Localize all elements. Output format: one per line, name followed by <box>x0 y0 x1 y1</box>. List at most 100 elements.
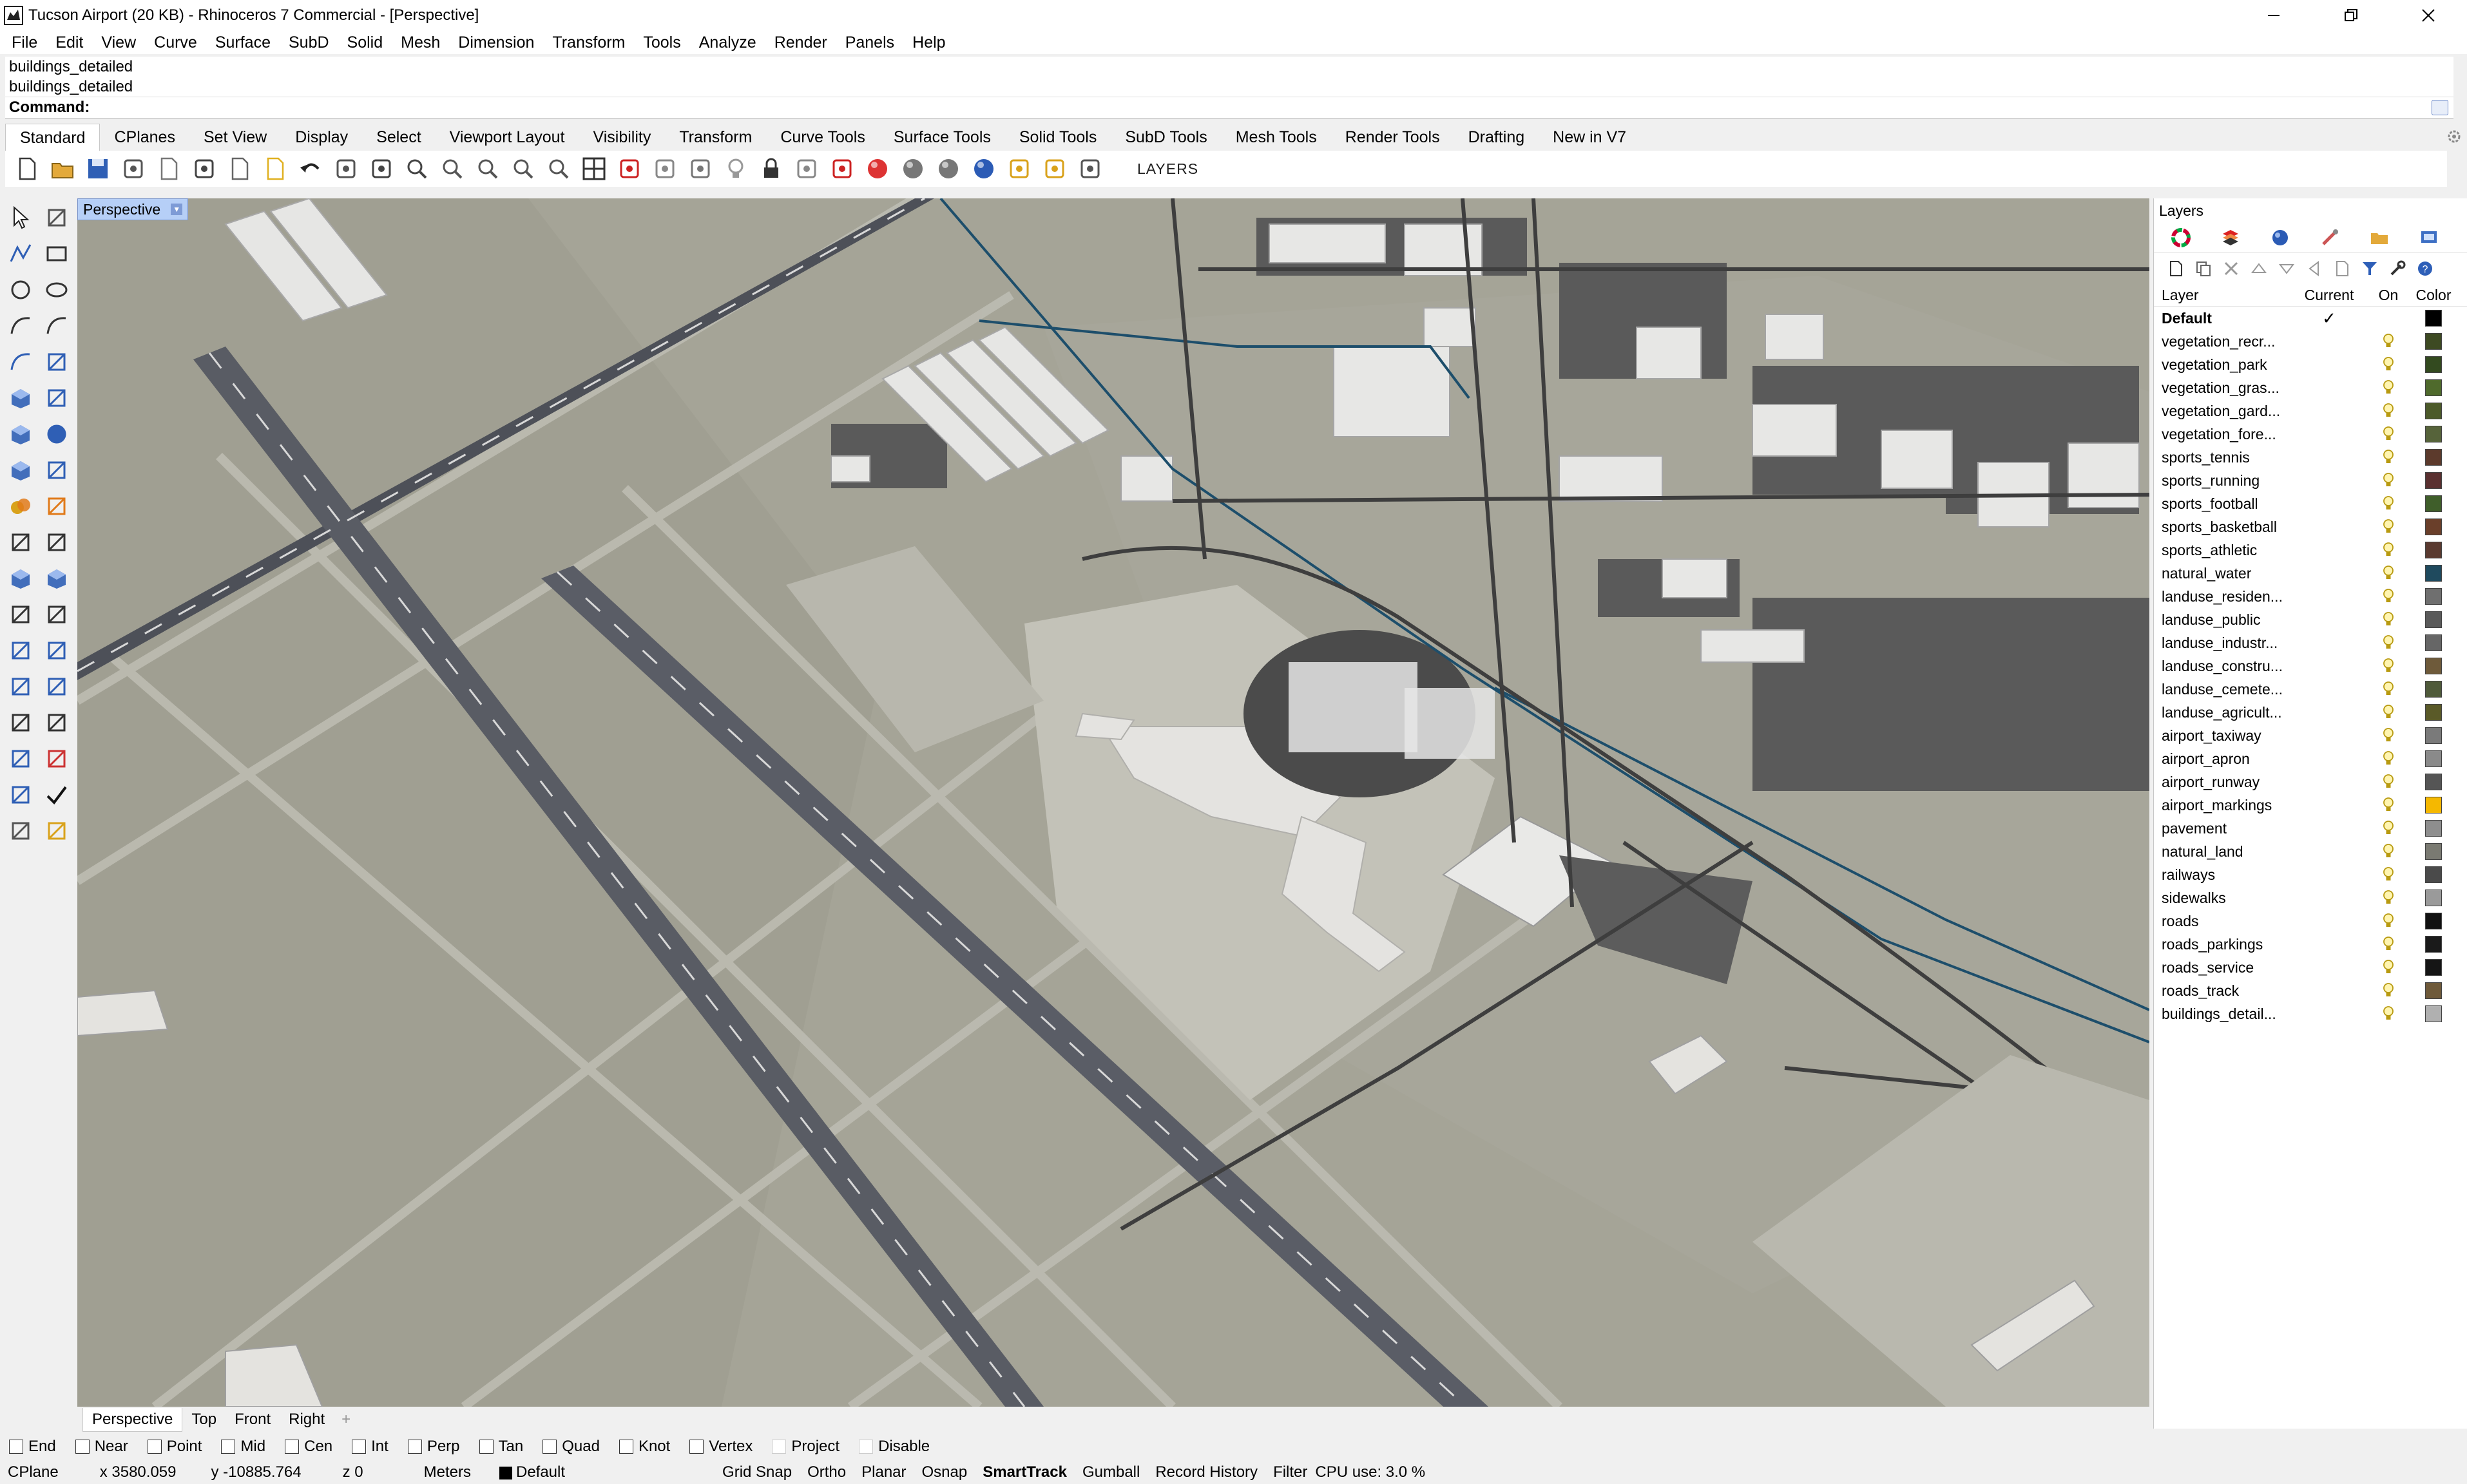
layer-name[interactable]: roads <box>2154 913 2289 930</box>
osnap-vertex[interactable]: Vertex <box>689 1438 753 1456</box>
osnap-quad[interactable]: Quad <box>542 1438 600 1456</box>
layer-row[interactable]: pavement <box>2154 817 2467 840</box>
layer-color-swatch[interactable] <box>2425 495 2442 512</box>
layer-color-swatch[interactable] <box>2425 356 2442 373</box>
layer-color-swatch[interactable] <box>2425 611 2442 628</box>
layer-row[interactable]: vegetation_park <box>2154 353 2467 376</box>
checkbox[interactable] <box>479 1440 494 1454</box>
layer-color-cell[interactable] <box>2408 449 2459 466</box>
panel-tab-lights[interactable] <box>2314 225 2345 251</box>
layer-row[interactable]: sports_running <box>2154 469 2467 492</box>
checkbox[interactable] <box>147 1440 162 1454</box>
osnap-int[interactable]: Int <box>352 1438 389 1456</box>
osnap-mid[interactable]: Mid <box>221 1438 265 1456</box>
layer-name[interactable]: landuse_agricult... <box>2154 704 2289 721</box>
menu-dimension[interactable]: Dimension <box>449 31 543 54</box>
status-layer[interactable]: Default <box>492 1463 573 1481</box>
minimize-button[interactable] <box>2235 0 2312 31</box>
checkbox[interactable] <box>772 1440 787 1454</box>
layer-name[interactable]: natural_water <box>2154 565 2289 582</box>
filter-button[interactable] <box>2359 258 2380 279</box>
layer-color-swatch[interactable] <box>2425 936 2442 953</box>
status-grid-snap[interactable]: Grid Snap <box>715 1463 800 1481</box>
mirror-tool[interactable] <box>39 741 75 777</box>
close-button[interactable] <box>2390 0 2467 31</box>
layer-row[interactable]: Default ✓ <box>2154 307 2467 330</box>
tab-standard[interactable]: Standard <box>5 124 101 151</box>
panel-tab-layers[interactable] <box>2215 225 2246 251</box>
layer-color-cell[interactable] <box>2408 1005 2459 1022</box>
tools-button[interactable] <box>2387 258 2408 279</box>
render-tool[interactable] <box>39 813 75 849</box>
zoom-extents-button[interactable] <box>474 155 502 183</box>
restore-button[interactable] <box>2312 0 2390 31</box>
layer-on-toggle[interactable] <box>2369 518 2408 535</box>
layer-name[interactable]: airport_runway <box>2154 774 2289 791</box>
layer-name[interactable]: sports_basketball <box>2154 518 2289 536</box>
layer-color-swatch[interactable] <box>2425 518 2442 535</box>
tab-select[interactable]: Select <box>362 124 435 151</box>
shaded-button[interactable] <box>651 155 679 183</box>
layer-row[interactable]: sidewalks <box>2154 886 2467 909</box>
sphere-tool[interactable] <box>39 416 75 452</box>
layer-props-button[interactable] <box>2332 258 2352 279</box>
checkbox[interactable] <box>859 1440 874 1454</box>
layer-row[interactable]: natural_water <box>2154 562 2467 585</box>
toolbar-gear-icon[interactable] <box>2445 128 2463 146</box>
layer-name[interactable]: sidewalks <box>2154 889 2289 907</box>
layer-name[interactable]: sports_athletic <box>2154 542 2289 559</box>
layer-row[interactable]: landuse_industr... <box>2154 631 2467 654</box>
layer-name[interactable]: buildings_detail... <box>2154 1005 2289 1023</box>
layer-row[interactable]: buildings_detail... <box>2154 1002 2467 1025</box>
layer-on-toggle[interactable] <box>2369 403 2408 419</box>
layer-color-swatch[interactable] <box>2425 866 2442 883</box>
tab-display[interactable]: Display <box>281 124 362 151</box>
menu-render[interactable]: Render <box>765 31 836 54</box>
osnap-point[interactable]: Point <box>147 1438 202 1456</box>
layer-on-toggle[interactable] <box>2369 889 2408 906</box>
polyline-tool[interactable] <box>3 236 39 272</box>
rotate-tool[interactable] <box>3 705 39 741</box>
layer-name[interactable]: sports_tennis <box>2154 449 2289 466</box>
layer-color-cell[interactable] <box>2408 936 2459 953</box>
menu-view[interactable]: View <box>92 31 145 54</box>
layer-row[interactable]: airport_runway <box>2154 770 2467 794</box>
fillet-tool[interactable] <box>3 344 39 380</box>
menu-tools[interactable]: Tools <box>634 31 689 54</box>
chevron-down-icon[interactable]: ▼ <box>171 204 183 215</box>
zoom-button[interactable] <box>403 155 431 183</box>
layer-row[interactable]: vegetation_recr... <box>2154 330 2467 353</box>
layer-color-swatch[interactable] <box>2425 333 2442 350</box>
layer-name[interactable]: sports_running <box>2154 472 2289 490</box>
layer-color-cell[interactable] <box>2408 333 2459 350</box>
checkbox[interactable] <box>285 1440 300 1454</box>
layer-name[interactable]: airport_apron <box>2154 750 2289 768</box>
box-tool[interactable] <box>3 416 39 452</box>
network-srf-tool[interactable] <box>39 380 75 416</box>
color-wheel-button[interactable] <box>863 155 892 183</box>
layer-color-swatch[interactable] <box>2425 727 2442 744</box>
layer-on-toggle[interactable] <box>2369 750 2408 767</box>
layer-color-cell[interactable] <box>2408 820 2459 837</box>
layer-color-cell[interactable] <box>2408 681 2459 698</box>
car-button[interactable] <box>615 155 644 183</box>
osnap-tan[interactable]: Tan <box>479 1438 523 1456</box>
dimension-tool[interactable] <box>3 633 39 669</box>
ellipse-tool[interactable] <box>39 272 75 308</box>
layer-on-toggle[interactable] <box>2369 797 2408 813</box>
lightbulb-button[interactable] <box>722 155 750 183</box>
delete-layer-button[interactable] <box>2221 258 2241 279</box>
layer-on-toggle[interactable] <box>2369 704 2408 721</box>
menu-transform[interactable]: Transform <box>543 31 634 54</box>
zoom-redo-button[interactable] <box>544 155 573 183</box>
mesh-tool[interactable] <box>3 560 39 596</box>
import-button[interactable] <box>155 155 183 183</box>
layer-row[interactable]: vegetation_gras... <box>2154 376 2467 399</box>
layer-on-toggle[interactable] <box>2369 1005 2408 1022</box>
layer-on-toggle[interactable] <box>2369 379 2408 396</box>
layer-name[interactable]: vegetation_recr... <box>2154 333 2289 350</box>
zoom-selected-button[interactable] <box>509 155 537 183</box>
layer-row[interactable]: airport_taxiway <box>2154 724 2467 747</box>
layer-color-swatch[interactable] <box>2425 565 2442 582</box>
layer-name[interactable]: roads_track <box>2154 982 2289 1000</box>
